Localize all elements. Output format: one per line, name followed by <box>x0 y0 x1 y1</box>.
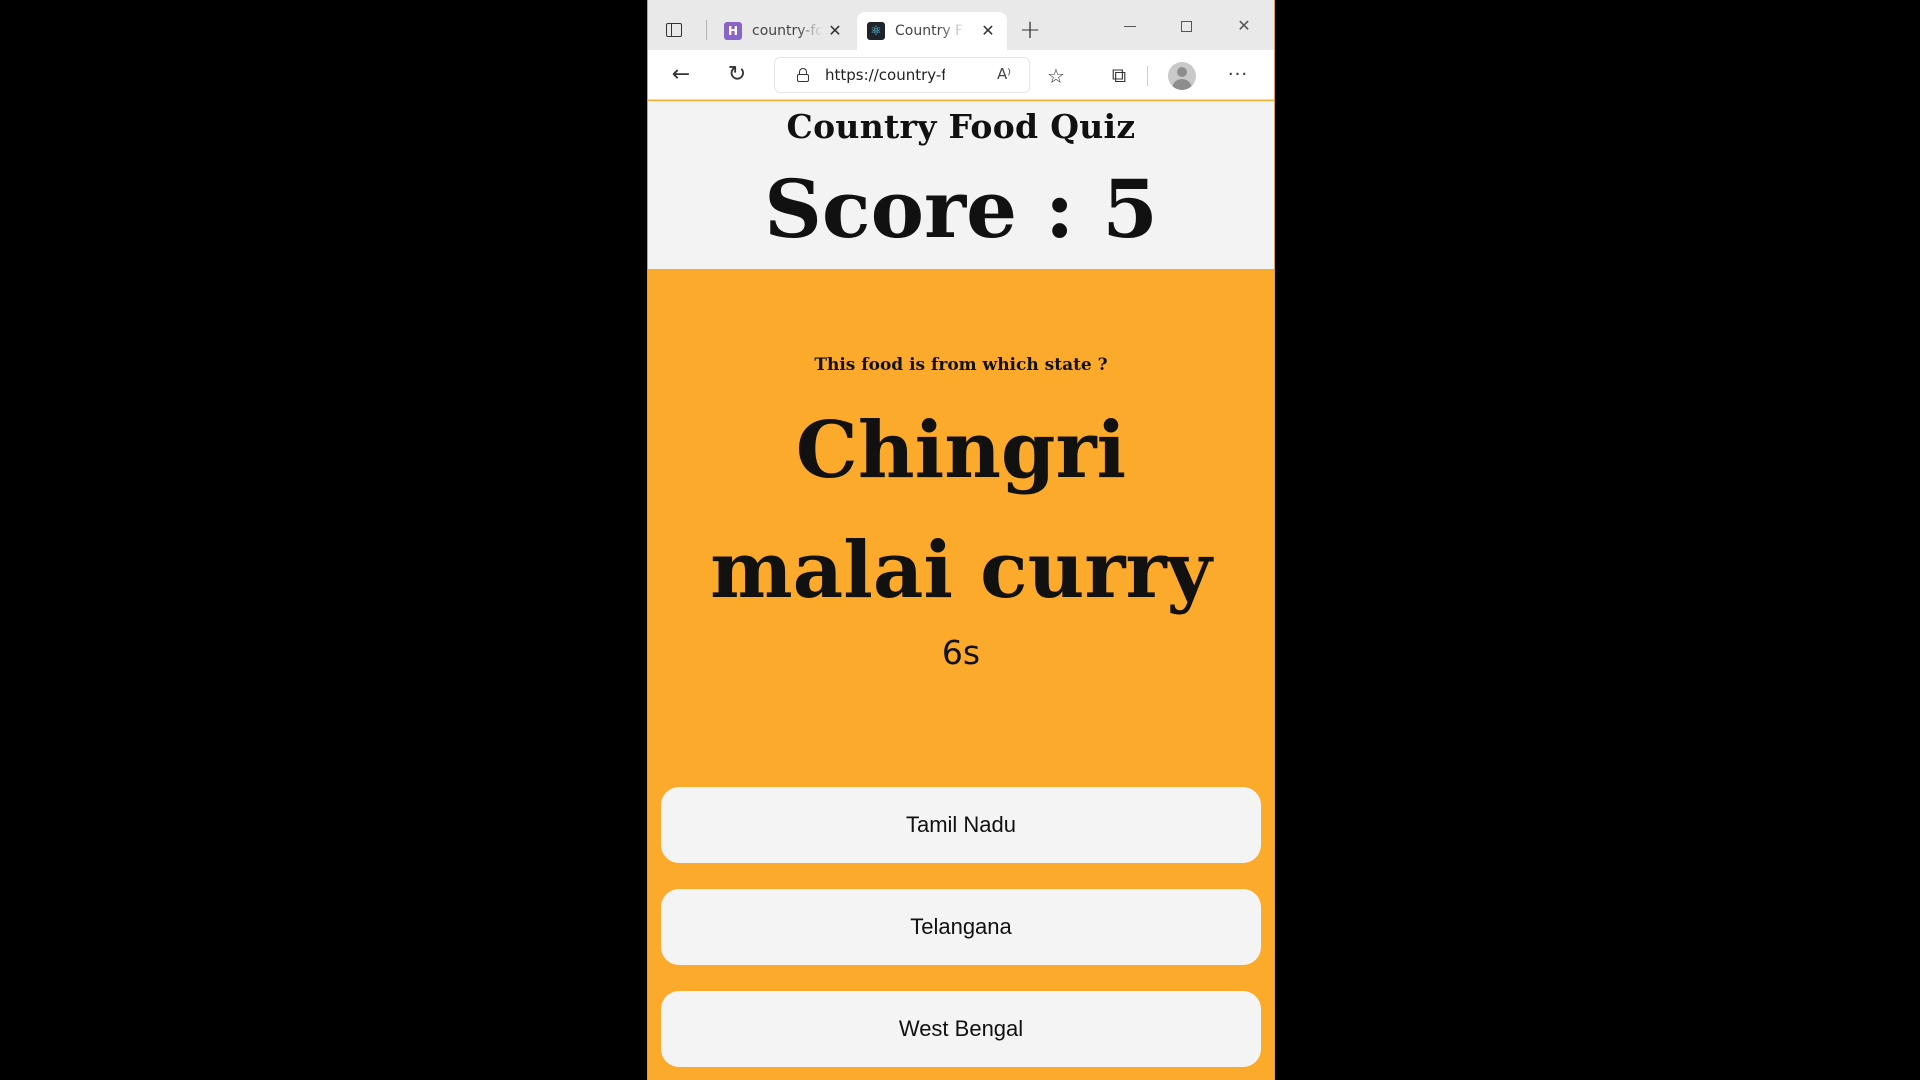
tab-separator <box>706 20 707 40</box>
tab-country-food-quiz-hosting[interactable]: H country-food-quiz ✕ <box>714 12 854 50</box>
reload-button[interactable]: ↻ <box>724 62 750 88</box>
reload-icon: ↻ <box>727 62 747 87</box>
close-tab-icon[interactable]: ✕ <box>979 22 997 40</box>
option-west-bengal-button[interactable]: West Bengal <box>661 991 1261 1067</box>
minimize-icon <box>1124 26 1136 27</box>
answer-options: Tamil Nadu Telangana West Bengal <box>661 787 1261 1080</box>
quiz-header: Country Food Quiz Score : 5 <box>648 101 1274 269</box>
tab-strip: H country-food-quiz ✕ ⚛ Country Food Qui… <box>648 0 1274 50</box>
countdown-timer: 6s <box>941 633 981 672</box>
maximize-icon <box>1181 21 1192 32</box>
tab-title: country-food-quiz <box>752 23 822 39</box>
puzzle-icon: ⧉ <box>1111 63 1127 87</box>
option-telangana-button[interactable]: Telangana <box>661 889 1261 965</box>
tab-title: Country Food Quiz <box>895 23 965 39</box>
close-tab-icon[interactable]: ✕ <box>826 22 844 40</box>
question-prompt: This food is from which state ? <box>814 355 1108 375</box>
tab-actions-button[interactable] <box>662 18 686 42</box>
react-favicon-icon: ⚛ <box>867 22 885 40</box>
address-bar[interactable]: https://country-food-quiz A⁾ ☆ <box>774 57 1065 93</box>
tab-country-food-quiz[interactable]: ⚛ Country Food Quiz ✕ <box>857 12 1007 50</box>
hosting-favicon-icon: H <box>724 22 742 40</box>
browser-toolbar: ← ↻ https://country-food-quiz A⁾ ☆ ⧉ ··· <box>648 50 1274 100</box>
tab-actions-icon <box>666 23 682 37</box>
lock-icon[interactable] <box>797 68 809 82</box>
profile-avatar[interactable] <box>1168 62 1196 90</box>
browser-window: H country-food-quiz ✕ ⚛ Country Food Qui… <box>647 0 1275 1080</box>
add-favorite-icon[interactable]: ☆ <box>1047 64 1065 88</box>
minimize-button[interactable] <box>1116 12 1144 40</box>
read-aloud-icon[interactable]: A⁾ <box>997 65 1011 83</box>
url-text[interactable]: https://country-food-quiz <box>825 66 945 84</box>
toolbar-separator <box>1147 66 1148 86</box>
score-display: Score : 5 <box>764 162 1158 256</box>
option-tamil-nadu-button[interactable]: Tamil Nadu <box>661 787 1261 863</box>
arrow-left-icon: ← <box>671 62 691 87</box>
question-area: This food is from which state ? Chingri … <box>648 269 1274 789</box>
food-name: Chingri malai curry <box>710 405 1212 616</box>
back-button[interactable]: ← <box>668 62 694 88</box>
extensions-button[interactable]: ⧉ <box>1106 62 1132 88</box>
more-menu-button[interactable]: ··· <box>1225 62 1251 88</box>
close-window-button[interactable]: ✕ <box>1230 12 1258 40</box>
page-title: Country Food Quiz <box>786 107 1136 146</box>
maximize-button[interactable] <box>1172 12 1200 40</box>
new-tab-button[interactable]: + <box>1016 17 1044 45</box>
close-icon: ✕ <box>1237 16 1251 35</box>
